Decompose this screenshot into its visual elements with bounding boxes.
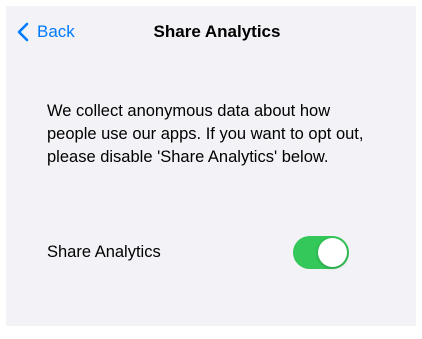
analytics-description: We collect anonymous data about how peop…: [47, 102, 364, 166]
share-analytics-toggle[interactable]: [293, 236, 349, 269]
navigation-bar: Back Share Analytics: [6, 6, 416, 56]
share-analytics-label: Share Analytics: [47, 243, 161, 261]
page-title: Share Analytics: [153, 22, 281, 41]
share-analytics-screen: Back Share Analytics We collect anonymou…: [6, 6, 416, 326]
share-analytics-row: Share Analytics: [47, 234, 357, 270]
toggle-knob: [318, 238, 347, 267]
